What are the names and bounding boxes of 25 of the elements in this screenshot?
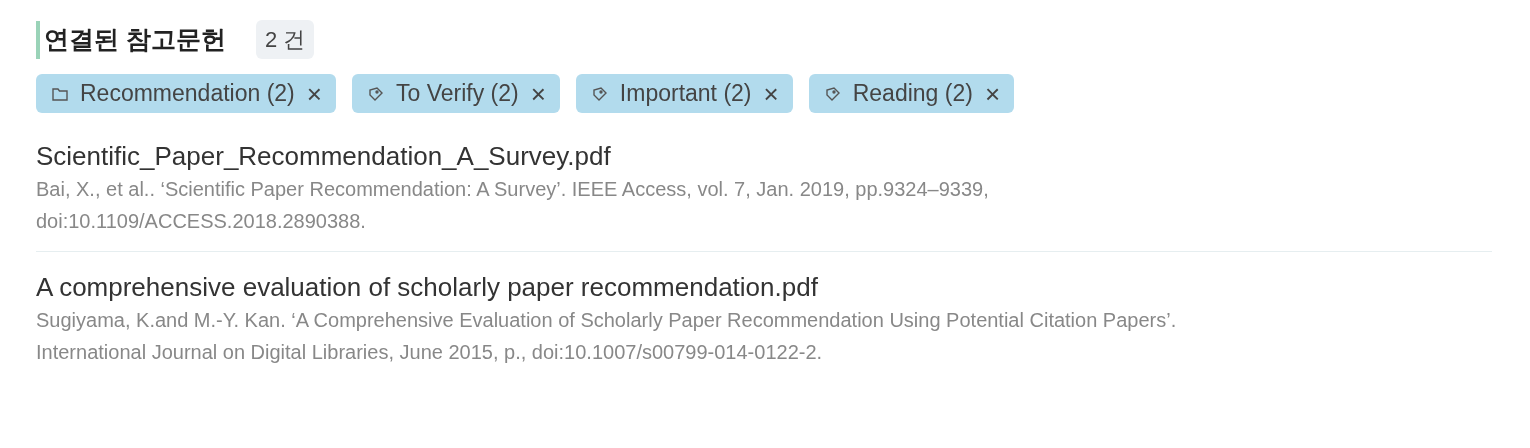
section-title: 연결된 참고문헌 (44, 23, 226, 55)
tag-icon (367, 85, 384, 102)
citation-text: Bai, X., et al.. ‘Scientific Paper Recommendation: A Survey’. IEEE Access, vol. 7, Jan. 2019, pp.9324–9339, (36, 177, 990, 202)
chip-label: Reading (2) (852, 79, 973, 109)
filter-chip[interactable]: Important (2) × (575, 74, 793, 113)
remove-button[interactable]: × (530, 80, 546, 107)
accent-bar (36, 20, 40, 59)
tag-icon (824, 85, 841, 102)
citation-text: Sugiyama, K.and M.-Y. Kan. ‘A Comprehensive Evaluation of Scholarly Paper Recommendation Using Potential Citation Papers’. (36, 308, 1178, 333)
file-name[interactable]: A comprehensive evaluation of scholarly paper recommendation.pdf (36, 270, 1492, 304)
remove-button[interactable]: × (306, 80, 322, 107)
chip-label: Important (2) (619, 79, 752, 109)
remove-button[interactable]: × (984, 80, 1001, 107)
filter-chip[interactable]: Reading (2) × (808, 74, 1015, 113)
citation-text: doi:10.1109/ACCESS.2018.2890388. (36, 209, 367, 234)
chip-label: To Verify (2) (395, 79, 519, 109)
file-name[interactable]: Scientific_Paper_Recommendation_A_Survey.pdf (36, 139, 1492, 173)
filter-chip[interactable]: To Verify (2) × (351, 74, 560, 113)
remove-button[interactable]: × (763, 80, 779, 107)
citation-text: International Journal on Digital Libraries, June 2015, p., doi:10.1007/s00799-014-0122-2. (36, 340, 824, 365)
tag-icon (591, 85, 608, 102)
filter-chip[interactable]: Recommendation (2) × (36, 74, 336, 113)
count-badge: 2 건 (255, 20, 315, 59)
chip-label: Recommendation (2) (80, 79, 295, 109)
folder-icon (52, 86, 68, 101)
